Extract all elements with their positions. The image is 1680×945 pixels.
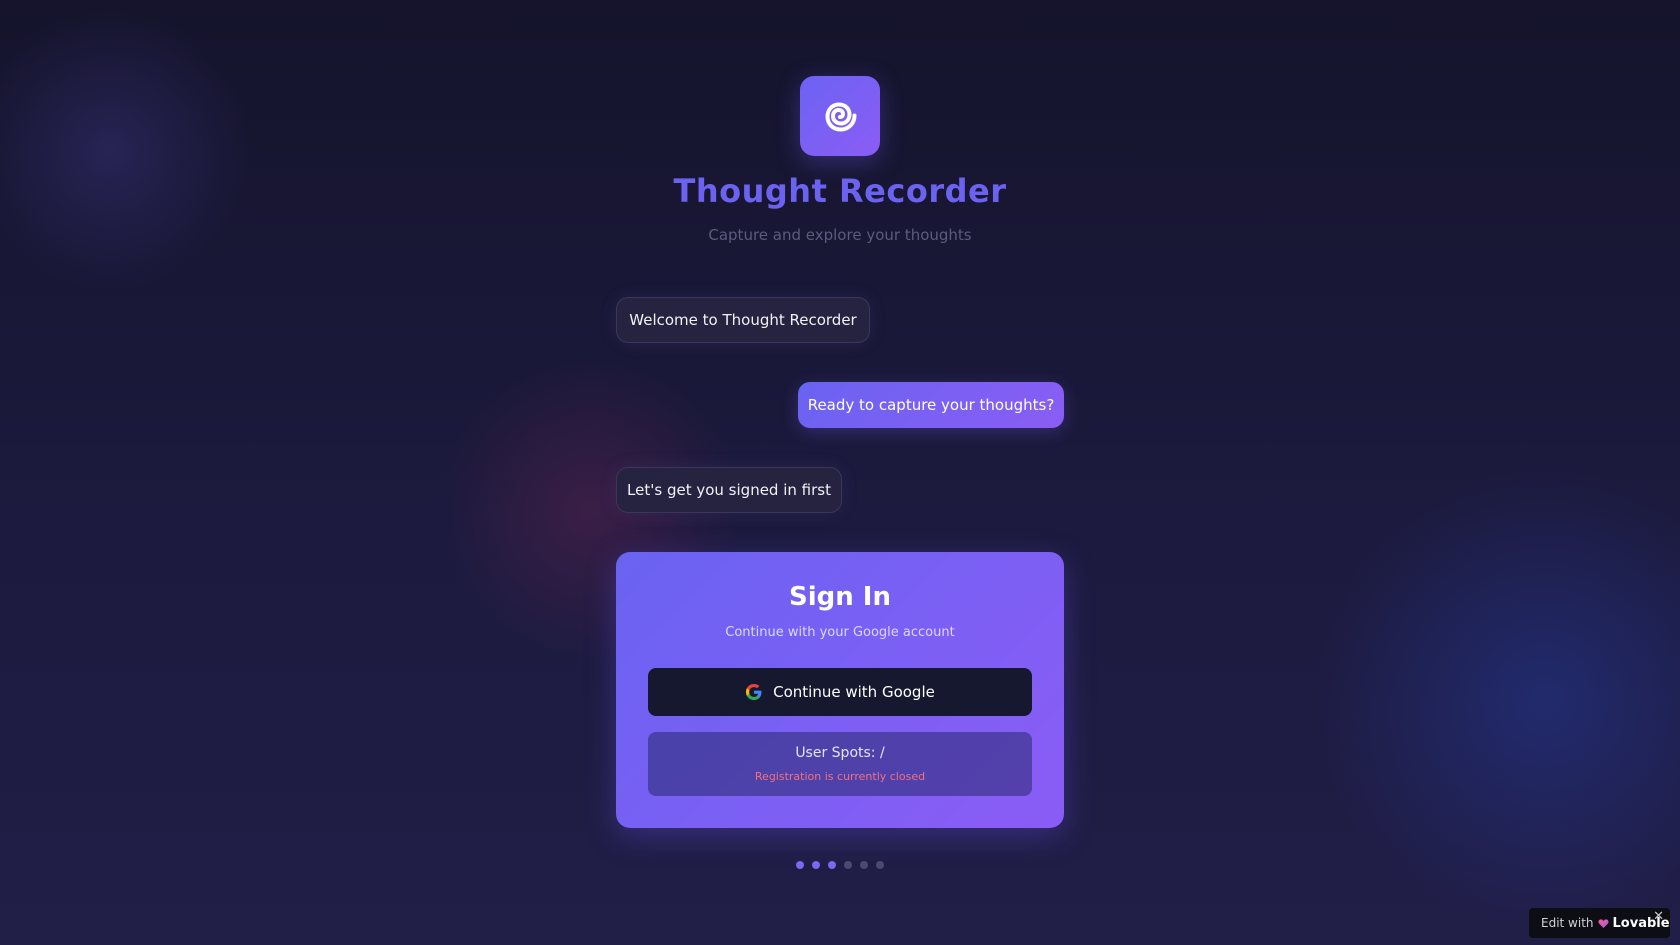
progress-dots bbox=[796, 861, 884, 869]
spiral-icon bbox=[825, 102, 857, 132]
app-title: Thought Recorder bbox=[673, 172, 1007, 210]
registration-status: Registration is currently closed bbox=[754, 770, 926, 783]
continue-with-google-button[interactable]: Continue with Google bbox=[648, 668, 1032, 716]
progress-dot bbox=[828, 861, 836, 869]
app-logo bbox=[800, 76, 880, 156]
progress-dot bbox=[860, 861, 868, 869]
chat-message-bot: Welcome to Thought Recorder bbox=[616, 297, 870, 343]
user-spots-label: User Spots: / bbox=[795, 745, 885, 761]
progress-dot bbox=[876, 861, 884, 869]
lovable-heart-icon bbox=[1598, 918, 1608, 928]
close-icon[interactable]: ✕ bbox=[1653, 910, 1664, 923]
badge-edit-text: Edit with bbox=[1541, 916, 1594, 930]
chat-message-bot: Let's get you signed in first bbox=[616, 467, 842, 513]
google-button-label: Continue with Google bbox=[773, 683, 935, 701]
progress-dot bbox=[796, 861, 804, 869]
progress-dot bbox=[844, 861, 852, 869]
chat-message-user: Ready to capture your thoughts? bbox=[798, 382, 1064, 428]
google-icon bbox=[746, 684, 762, 700]
edit-with-lovable-badge[interactable]: Edit with Lovable ✕ bbox=[1529, 908, 1670, 938]
progress-dot bbox=[812, 861, 820, 869]
signin-card: Sign In Continue with your Google accoun… bbox=[616, 552, 1064, 828]
app-subtitle: Capture and explore your thoughts bbox=[708, 226, 972, 244]
user-spots-panel: User Spots: / Registration is currently … bbox=[648, 732, 1032, 796]
signin-title: Sign In bbox=[789, 582, 891, 612]
signin-subtitle: Continue with your Google account bbox=[725, 625, 955, 640]
